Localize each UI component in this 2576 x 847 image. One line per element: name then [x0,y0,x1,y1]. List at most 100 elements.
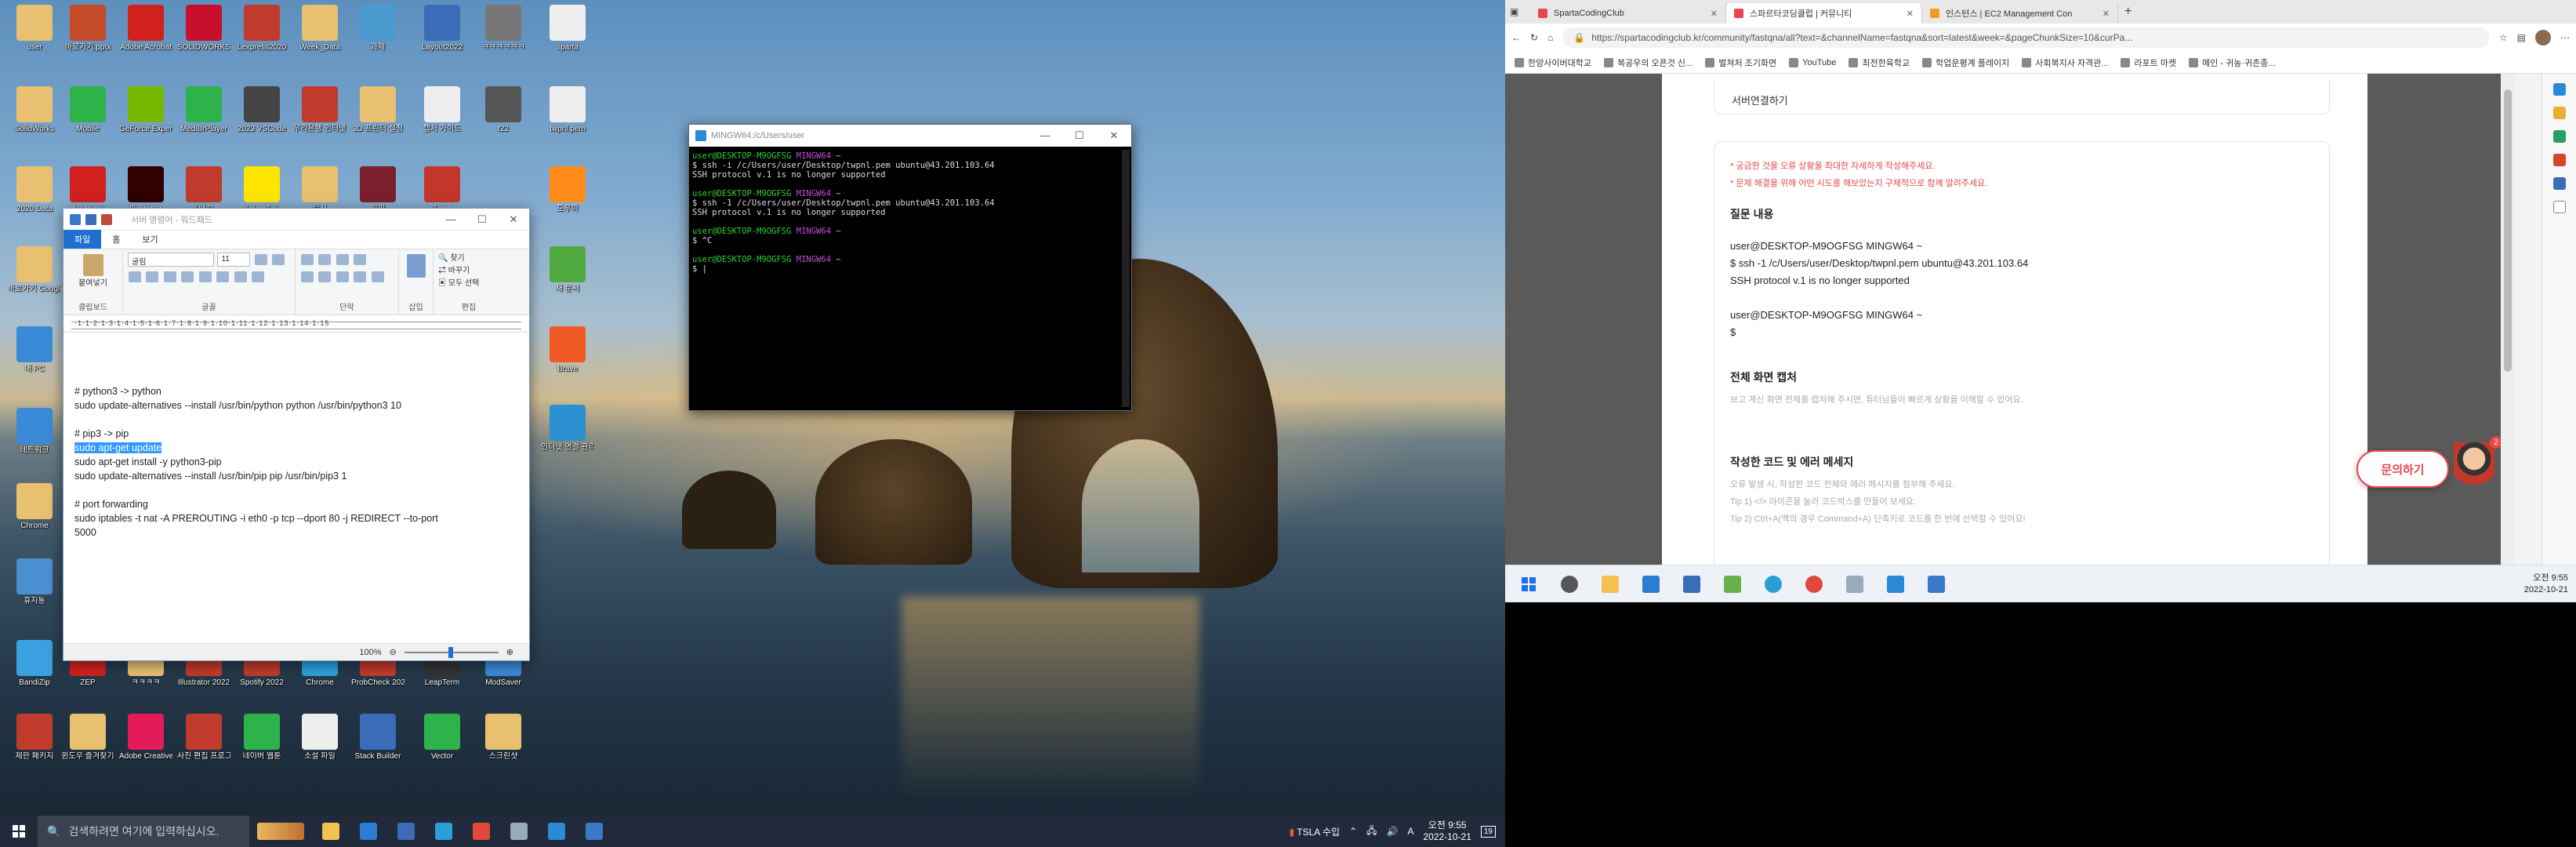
desktop-icon[interactable]: Stack Builder [351,714,405,773]
minimize-button[interactable]: — [1028,129,1062,142]
wordpad-window[interactable]: 서버 명령어 - 워드패드 — ☐ ✕ 파일 홈 보기 붙여넣기 클립보드 굴림… [63,208,530,661]
edge-icon[interactable] [1754,569,1792,600]
git-bash-window[interactable]: MINGW64:/c/Users/user — ☐ ✕ user@DESKTOP… [688,124,1132,411]
bookmark-item[interactable]: 학업운평계 플레이지 [1922,56,2009,69]
bookmark-item[interactable]: YouTube [1789,57,1836,67]
tab-home[interactable]: 홈 [101,230,131,249]
desktop-icon[interactable]: sparta [541,5,594,64]
browser-tab[interactable]: 인스턴스 | EC2 Management Con ✕ [1922,3,2118,24]
zoom-slider[interactable] [404,646,499,658]
desktop-icon[interactable]: 2023 VSCode [235,86,288,146]
terminal-titlebar[interactable]: MINGW64:/c/Users/user — ☐ ✕ [689,125,1131,147]
desktop-icon[interactable]: 윈도우 즐겨찾기 [61,714,114,773]
mail-icon[interactable] [350,816,387,847]
desktop-icon[interactable]: Lexpress2020 [235,5,288,64]
git-bash-icon[interactable] [1877,569,1914,600]
bookmark-item[interactable]: 한양사이버대학교 [1515,56,1591,69]
document-area[interactable]: # python3 -> python sudo update-alternati… [63,351,529,643]
subscript-icon[interactable] [198,271,212,283]
strikethrough-icon[interactable] [181,271,194,283]
minimize-button[interactable]: — [435,213,466,226]
desktop-icon[interactable]: 내 PC [8,326,61,386]
line-spacing-icon[interactable] [354,254,367,265]
browser-tab[interactable]: 스파르타코딩클럽 | 커뮤니티 ✕ [1726,3,1922,24]
wordpad-icon[interactable] [1917,569,1955,600]
desktop-icon[interactable]: 네트워크 [8,408,61,467]
home-icon[interactable]: ⌂ [1547,32,1553,43]
file-explorer-icon[interactable] [1591,569,1629,600]
desktop-icon[interactable]: 캡처 가이드 [415,86,469,146]
insert-picture-icon[interactable] [406,254,426,278]
justify-icon[interactable] [354,271,367,283]
bookmark-item[interactable]: 벌쳐처 조기화면 [1705,56,1776,69]
new-tab-button[interactable]: + [2124,5,2132,19]
desktop-icon[interactable]: 과제 [351,5,405,64]
mail-icon[interactable] [1632,569,1670,600]
close-button[interactable]: ✕ [498,213,529,226]
desktop-icon[interactable]: 도우미 [541,166,594,226]
address-bar[interactable]: 🔒 https://spartacodingclub.kr/community/… [1562,27,2490,48]
notification-badge[interactable]: 19 [1480,825,1496,838]
favorites-icon[interactable]: ☆ [2499,32,2508,43]
desktop-icon[interactable]: 바로가기.pptx [61,5,114,64]
volume-icon[interactable]: 🔊 [1387,826,1399,837]
ime-indicator[interactable]: A [1407,826,1413,837]
desktop-icon[interactable]: 바로가기 Google Drive [8,246,61,306]
font-name-combo[interactable]: 굴림 [128,253,214,267]
tab-file[interactable]: 파일 [63,230,102,249]
bookmark-item[interactable]: 메인 - 귀농·귀촌종... [2189,56,2276,69]
align-center-icon[interactable] [318,271,332,283]
add-sidebar-icon[interactable] [2552,201,2566,213]
store-icon[interactable] [387,816,425,847]
bold-icon[interactable] [129,271,141,283]
search-icon[interactable] [1551,569,1588,600]
desktop-icon[interactable]: f22 [477,86,530,146]
network-icon[interactable] [1836,569,1874,600]
grow-font-icon[interactable] [254,254,267,265]
replace-button[interactable]: ⇄ 바꾸기 [438,265,499,278]
bookmark-item[interactable]: 최전한육학교 [1849,56,1910,69]
superscript-icon[interactable] [216,271,230,283]
desktop-icon[interactable]: user [8,5,61,64]
desktop-icon[interactable]: 2020 Data [8,166,61,226]
italic-icon[interactable] [146,271,159,283]
tools-icon[interactable] [2552,130,2566,143]
desktop-icon[interactable]: Chrome [8,483,61,543]
desktop-icon[interactable]: BandiZip [8,640,61,700]
increase-indent-icon[interactable] [318,254,332,265]
profile-avatar[interactable] [2535,30,2551,45]
maximize-button[interactable]: ☐ [466,213,498,226]
desktop-icon[interactable]: twpnl.pem [541,86,594,146]
close-tab-icon[interactable]: ✕ [1711,9,1718,19]
search-sidebar-icon[interactable] [2552,83,2566,96]
refresh-icon[interactable]: ↻ [1530,32,1538,43]
widget-icon[interactable] [249,816,312,847]
paste-icon[interactable] [82,254,103,276]
desktop-icon[interactable]: 스크린샷 [477,714,530,773]
desktop-icon[interactable]: 휴지통 [8,558,61,618]
desktop-icon[interactable]: Adobe Creative Cloud [119,714,172,773]
network-tray-icon[interactable]: 🖧 [1366,823,1377,840]
zoom-in-icon[interactable]: ⊕ [506,647,513,657]
desktop-icon[interactable]: Adobe Acrobat [119,5,172,64]
desktop-icon[interactable]: 소설 파일 [293,714,346,773]
scroll-thumb[interactable] [2504,89,2512,372]
shrink-font-icon[interactable] [272,254,285,265]
desktop-icon[interactable]: Week_Data [293,5,346,64]
clock[interactable]: 오전 9:55 2022-10-21 [1423,820,1471,843]
question-body[interactable]: user@DESKTOP-M9OGFSG MINGW64 ~ $ ssh -1 /… [1730,238,2313,341]
git-bash-icon[interactable] [538,816,575,847]
menu-icon[interactable]: ⋯ [2560,32,2570,43]
stock-widget[interactable]: ▮ TSLA 수입 [1290,825,1341,838]
file-explorer-icon[interactable] [312,816,350,847]
highlight-icon[interactable] [252,271,265,283]
shopping-icon[interactable] [2552,107,2566,119]
desktop-icon[interactable]: 우리은행 인터넷뱅킹 [293,86,346,146]
store-icon[interactable] [1673,569,1711,600]
desktop-icon[interactable]: 사진 편집 프로그램 [177,714,230,773]
align-left-icon[interactable] [301,271,314,283]
terminal-output[interactable]: user@DESKTOP-M9OGFSG MINGW64 ~ $ ssh -i /… [689,147,1131,278]
chrome-icon[interactable] [463,816,500,847]
close-button[interactable]: ✕ [1097,129,1131,142]
zoom-out-icon[interactable]: ⊖ [390,647,397,657]
